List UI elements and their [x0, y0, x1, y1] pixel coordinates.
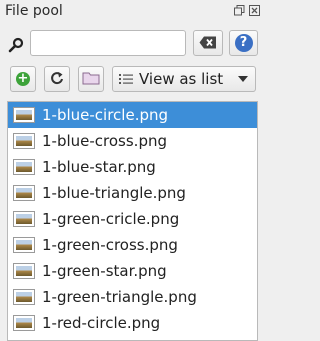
file-name: 1-blue-cross.png: [42, 132, 168, 150]
help-icon: ?: [234, 34, 253, 52]
image-thumbnail-icon: [13, 185, 35, 201]
list-item[interactable]: 1-green-cross.png: [8, 232, 257, 258]
file-name: 1-green-triangle.png: [42, 288, 197, 306]
view-mode-select[interactable]: View as list: [112, 66, 256, 92]
search-icon: [8, 37, 24, 53]
file-name: 1-green-cross.png: [42, 236, 178, 254]
file-name: 1-red-circle.png: [42, 314, 161, 332]
image-thumbnail-icon: [13, 315, 35, 331]
clear-search-button[interactable]: [193, 30, 223, 56]
list-item[interactable]: 1-red-circle.png: [8, 310, 257, 336]
image-thumbnail-icon: [13, 159, 35, 175]
file-name: 1-green-cricle.png: [42, 210, 180, 228]
add-file-button[interactable]: +: [10, 66, 36, 92]
help-button[interactable]: ?: [229, 30, 258, 56]
list-item[interactable]: 1-green-cricle.png: [8, 206, 257, 232]
list-item[interactable]: 1-green-star.png: [8, 258, 257, 284]
chevron-down-icon: [238, 76, 248, 82]
file-name: 1-blue-star.png: [42, 158, 156, 176]
add-icon: +: [16, 71, 30, 86]
close-icon[interactable]: [248, 5, 260, 17]
image-thumbnail-icon: [13, 133, 35, 149]
file-name: 1-blue-triangle.png: [42, 184, 186, 202]
folder-icon: [82, 70, 100, 89]
float-icon[interactable]: [233, 5, 245, 17]
search-input[interactable]: [30, 30, 186, 56]
image-thumbnail-icon: [13, 211, 35, 227]
open-folder-button[interactable]: [78, 66, 104, 92]
image-thumbnail-icon: [13, 263, 35, 279]
file-name: 1-green-star.png: [42, 262, 167, 280]
file-name: 1-blue-circle.png: [42, 106, 169, 124]
refresh-button[interactable]: [44, 66, 70, 92]
image-thumbnail-icon: [13, 237, 35, 253]
view-mode-label: View as list: [139, 70, 224, 88]
clear-icon: [199, 34, 217, 53]
list-item[interactable]: 1-blue-star.png: [8, 154, 257, 180]
list-item[interactable]: 1-green-triangle.png: [8, 284, 257, 310]
file-list[interactable]: 1-blue-circle.png 1-blue-cross.png 1-blu…: [7, 101, 258, 341]
list-item[interactable]: 1-blue-circle.png: [8, 102, 257, 128]
list-item[interactable]: 1-blue-cross.png: [8, 128, 257, 154]
refresh-icon: [50, 70, 64, 89]
image-thumbnail-icon: [13, 107, 35, 123]
panel-title: File pool: [5, 3, 63, 19]
list-item[interactable]: 1-blue-triangle.png: [8, 180, 257, 206]
panel-titlebar: File pool: [0, 0, 263, 22]
image-thumbnail-icon: [13, 289, 35, 305]
list-view-icon: [119, 70, 133, 89]
